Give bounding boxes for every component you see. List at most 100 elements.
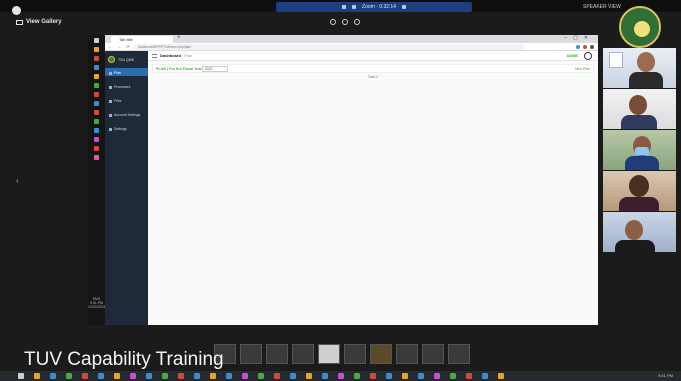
fiscal-year-select[interactable]: 2021 — [202, 66, 228, 72]
fit-screen-icon[interactable] — [342, 19, 348, 25]
app-icon[interactable] — [114, 373, 120, 379]
app-icon[interactable] — [82, 373, 88, 379]
thumbnail[interactable] — [318, 344, 340, 364]
app-icon[interactable] — [258, 373, 264, 379]
sidebar-item-processes[interactable]: Processes — [105, 82, 148, 90]
sidebar-item-files[interactable]: Files — [105, 96, 148, 104]
menu-toggle-icon[interactable] — [152, 54, 157, 58]
record-icon[interactable] — [352, 5, 357, 9]
user-label[interactable]: ADMIN — [567, 54, 578, 58]
participant-video-2[interactable] — [603, 89, 676, 129]
settings-icon — [109, 127, 112, 131]
app-icon[interactable] — [482, 373, 488, 379]
app-icon[interactable] — [242, 373, 248, 379]
app-icon[interactable] — [290, 373, 296, 379]
extension-icon[interactable] — [576, 45, 580, 49]
participant-video-5[interactable] — [603, 212, 676, 252]
app-icon[interactable] — [498, 373, 504, 379]
window-controls[interactable]: –▢✕ — [564, 35, 594, 41]
app-icon[interactable] — [210, 373, 216, 379]
app-icon[interactable] — [338, 373, 344, 379]
start-icon[interactable] — [94, 38, 99, 43]
edge-icon[interactable] — [94, 65, 99, 70]
app-icon[interactable] — [194, 373, 200, 379]
sidebar-item-plan[interactable]: Plan — [105, 68, 148, 76]
app-icon[interactable] — [94, 56, 99, 61]
extension-icon[interactable] — [583, 45, 587, 49]
meeting-info-bar[interactable]: Zoom · 0:32:14 — [276, 2, 472, 12]
participant-video-4[interactable] — [603, 171, 676, 211]
app-icon[interactable] — [50, 373, 56, 379]
excel-icon[interactable] — [94, 119, 99, 124]
system-clock[interactable]: ENG 9:41 PM 10/20/2021 — [88, 297, 106, 309]
previous-page-arrow[interactable]: ‹ — [16, 176, 19, 185]
profile-icon[interactable] — [590, 45, 594, 49]
university-logo-icon — [108, 56, 115, 63]
app-icon[interactable] — [274, 373, 280, 379]
start-icon[interactable] — [18, 373, 24, 379]
thumbnail[interactable] — [448, 344, 470, 364]
thumbnail[interactable] — [396, 344, 418, 364]
participant-video-3[interactable] — [603, 130, 676, 170]
app-icon[interactable] — [130, 373, 136, 379]
view-gallery-button[interactable]: View Gallery — [16, 19, 62, 25]
view-mode-label[interactable]: SPEAKER VIEW — [583, 4, 621, 10]
host-clock[interactable]: 9:41 PM — [658, 373, 673, 378]
app-icon[interactable] — [34, 373, 40, 379]
zoom-app-icon[interactable] — [94, 128, 99, 133]
tab-strip: Tab title + –▢✕ — [105, 35, 598, 43]
app-icon[interactable] — [146, 373, 152, 379]
app-icon[interactable] — [178, 373, 184, 379]
app-sidebar: TSU QMS Plan Processes Files Account Set… — [105, 51, 148, 325]
app-icon[interactable] — [418, 373, 424, 379]
app-icon[interactable] — [402, 373, 408, 379]
folder-icon[interactable] — [94, 74, 99, 79]
chrome-icon[interactable] — [94, 92, 99, 97]
breadcrumb-root[interactable]: Dashboard — [160, 53, 181, 58]
app-icon[interactable] — [162, 373, 168, 379]
word-icon[interactable] — [94, 101, 99, 106]
view-gallery-label: View Gallery — [26, 19, 62, 25]
browser-tab[interactable]: Tab title — [111, 36, 173, 43]
gallery-grid-icon — [16, 19, 23, 25]
app-brand[interactable]: TSU QMS — [105, 51, 148, 68]
app-icon[interactable] — [66, 373, 72, 379]
sidebar-item-account-settings[interactable]: Account Settings — [105, 110, 148, 118]
thumbnail[interactable] — [266, 344, 288, 364]
powerpoint-icon[interactable] — [94, 110, 99, 115]
app-icon[interactable] — [466, 373, 472, 379]
thumbnail[interactable] — [240, 344, 262, 364]
app-icon[interactable] — [322, 373, 328, 379]
app-icon[interactable] — [94, 137, 99, 142]
user-avatar-icon[interactable] — [584, 52, 592, 60]
app-icon[interactable] — [450, 373, 456, 379]
app-icon[interactable] — [94, 83, 99, 88]
participant-video-1[interactable] — [603, 48, 676, 88]
share-icon[interactable] — [342, 5, 347, 9]
app-icon[interactable] — [370, 373, 376, 379]
new-plan-button[interactable]: New Plan — [575, 67, 590, 71]
sidebar-item-settings[interactable]: Settings — [105, 124, 148, 132]
app-icon[interactable] — [354, 373, 360, 379]
app-icon[interactable] — [306, 373, 312, 379]
app-icon[interactable] — [94, 146, 99, 151]
url-input[interactable]: localhost/WPSPTS/index.php/plan — [133, 44, 525, 50]
app-icon[interactable] — [98, 373, 104, 379]
app-icon[interactable] — [226, 373, 232, 379]
thumbnail[interactable] — [344, 344, 366, 364]
app-icon[interactable] — [434, 373, 440, 379]
zoom-in-icon[interactable] — [330, 19, 336, 25]
app-icon[interactable] — [386, 373, 392, 379]
thumbnail[interactable] — [370, 344, 392, 364]
file-explorer-icon[interactable] — [94, 47, 99, 52]
thumbnail[interactable] — [422, 344, 444, 364]
new-tab-icon[interactable]: + — [177, 35, 181, 41]
options-icon[interactable] — [401, 5, 406, 9]
app-icon[interactable] — [94, 155, 99, 160]
address-bar-row: ← → ⟳ localhost/WPSPTS/index.php/plan — [105, 43, 598, 51]
meeting-security-icon[interactable] — [12, 6, 21, 15]
nav-arrows-icon[interactable]: ← → ⟳ — [108, 44, 132, 49]
breadcrumb: Dashboard / Plan — [160, 53, 193, 58]
zoom-out-icon[interactable] — [354, 19, 360, 25]
thumbnail[interactable] — [292, 344, 314, 364]
